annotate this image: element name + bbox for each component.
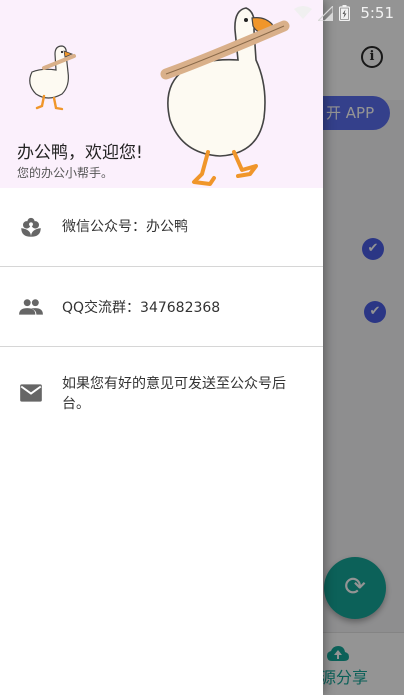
drawer-header: 办公鸭，欢迎您! 您的办公小帮手。	[0, 0, 323, 188]
status-time: 5:51	[360, 4, 394, 22]
battery-icon	[339, 5, 351, 21]
drawer-header-title: 办公鸭，欢迎您!	[17, 143, 143, 163]
status-icons: 5:51	[294, 4, 394, 22]
wifi-icon	[294, 6, 313, 19]
goose-big-illustration	[160, 7, 290, 186]
screen: i 开 APP ✔ ✔ ⟳ 源分享 办公鸭，欢迎您! 您的办公小帮手。 微信公众…	[0, 0, 404, 695]
menu-item-wechat[interactable]: 微信公众号：办公鸭	[0, 188, 323, 266]
navigation-drawer: 办公鸭，欢迎您! 您的办公小帮手。 微信公众号：办公鸭 QQ交流群：347682…	[0, 0, 323, 695]
menu-item-label: QQ交流群：347682368	[62, 300, 221, 316]
menu-item-label: 如果您有好的意见可发送至公众号后台。	[62, 376, 286, 412]
flower-icon	[21, 217, 41, 237]
group-icon	[19, 299, 43, 315]
drawer-header-subtitle: 您的办公小帮手。	[17, 166, 114, 180]
mail-icon	[20, 384, 42, 402]
goose-small-illustration	[29, 45, 76, 111]
menu-item-label: 微信公众号：办公鸭	[62, 219, 188, 235]
menu-item-feedback[interactable]: 如果您有好的意见可发送至公众号后台。	[0, 347, 323, 427]
menu-item-qq-group[interactable]: QQ交流群：347682368	[0, 267, 323, 346]
signal-icon	[318, 5, 334, 21]
status-bar: 5:51	[0, 0, 404, 28]
